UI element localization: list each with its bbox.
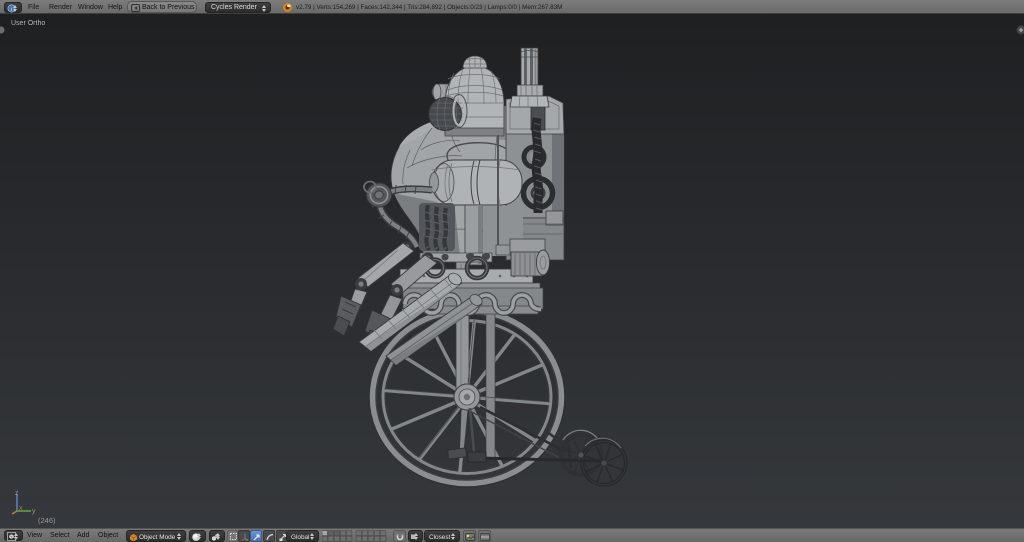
svg-text:z: z (15, 490, 19, 497)
svg-text:x: x (19, 505, 23, 512)
svg-text:(246): (246) (38, 516, 56, 525)
svg-text:y: y (32, 508, 36, 515)
